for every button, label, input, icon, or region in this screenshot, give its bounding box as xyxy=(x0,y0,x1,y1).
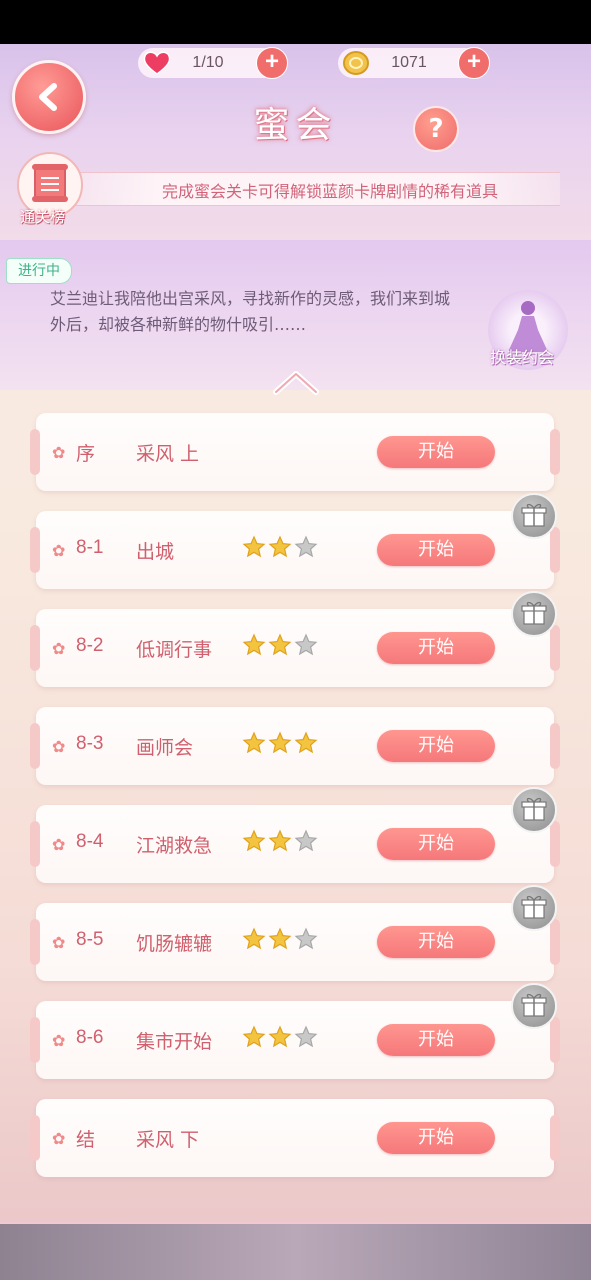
start-button[interactable]: 开始 xyxy=(377,828,495,860)
level-id: 8-2 xyxy=(76,635,104,656)
gift-box-icon xyxy=(521,993,547,1017)
star-filled-icon xyxy=(268,731,292,754)
start-button[interactable]: 开始 xyxy=(377,730,495,762)
star-empty-icon xyxy=(294,829,318,852)
level-id: 序 xyxy=(76,444,96,465)
star-filled-icon xyxy=(242,1025,266,1048)
level-card: ✿ 8-3 画师会 开始 xyxy=(30,707,560,785)
level-card: ✿ 8-4 江湖救急 开始 xyxy=(30,805,560,883)
level-card: ✿ 8-6 集市开始 开始 xyxy=(30,1001,560,1079)
status-badge: 进行中 xyxy=(6,258,72,284)
level-stars xyxy=(242,535,318,559)
star-filled-icon xyxy=(268,1025,292,1048)
gift-icon[interactable] xyxy=(511,983,557,1029)
level-stars xyxy=(242,1025,318,1049)
gift-box-icon xyxy=(521,895,547,919)
gift-icon[interactable] xyxy=(511,885,557,931)
start-button[interactable]: 开始 xyxy=(377,1024,495,1056)
level-name: 采风 下 xyxy=(136,1129,200,1151)
level-card: ✿ 8-5 饥肠辘辘 开始 xyxy=(30,903,560,981)
gift-box-icon xyxy=(521,503,547,527)
level-card: ✿ 8-2 低调行事 开始 xyxy=(30,609,560,687)
level-stars xyxy=(242,927,318,951)
level-name: 出城 xyxy=(136,541,175,563)
start-button[interactable]: 开始 xyxy=(377,926,495,958)
level-name: 采风 上 xyxy=(136,443,200,465)
star-filled-icon xyxy=(268,535,292,558)
level-id: 8-3 xyxy=(76,733,104,754)
star-empty-icon xyxy=(294,927,318,950)
star-filled-icon xyxy=(294,731,318,754)
level-stars xyxy=(242,829,318,853)
star-empty-icon xyxy=(294,633,318,656)
level-name: 集市开始 xyxy=(136,1031,213,1053)
flower-icon: ✿ xyxy=(52,639,66,658)
star-filled-icon xyxy=(268,927,292,950)
flower-icon: ✿ xyxy=(52,1129,66,1148)
level-name: 饥肠辘辘 xyxy=(136,933,213,955)
star-filled-icon xyxy=(268,829,292,852)
start-button[interactable]: 开始 xyxy=(377,632,495,664)
add-hearts-button[interactable]: + xyxy=(256,47,288,79)
help-button[interactable]: ? xyxy=(413,106,459,152)
flower-icon: ✿ xyxy=(52,933,66,952)
star-filled-icon xyxy=(242,829,266,852)
level-name: 江湖救急 xyxy=(136,835,213,857)
level-name: 画师会 xyxy=(136,737,194,759)
level-id: 8-4 xyxy=(76,831,104,852)
level-id: 8-1 xyxy=(76,537,104,558)
banner-text: 完成蜜会关卡可得解锁蓝颜卡牌剧情的稀有道具 xyxy=(161,182,498,201)
star-filled-icon xyxy=(242,927,266,950)
bottom-decoration xyxy=(0,1224,591,1280)
level-card: ✿ 结 采风 下 开始 xyxy=(30,1099,560,1177)
star-empty-icon xyxy=(294,535,318,558)
star-filled-icon xyxy=(242,633,266,656)
gift-icon[interactable] xyxy=(511,787,557,833)
gift-box-icon xyxy=(521,601,547,625)
page-title: 蜜会 xyxy=(253,105,338,146)
collapse-chevron-icon[interactable] xyxy=(270,366,322,396)
level-id: 结 xyxy=(76,1130,96,1151)
level-card: ✿ 序 采风 上 开始 xyxy=(30,413,560,491)
gift-box-icon xyxy=(521,797,547,821)
ranking-label: 通关榜 xyxy=(20,208,66,226)
level-card: ✿ 8-1 出城 开始 xyxy=(30,511,560,589)
dress-up-label: 换装约会 xyxy=(490,348,555,367)
coins-counter: 1071 + xyxy=(338,47,490,79)
flower-icon: ✿ xyxy=(52,1031,66,1050)
gift-icon[interactable] xyxy=(511,591,557,637)
star-empty-icon xyxy=(294,1025,318,1048)
star-filled-icon xyxy=(242,535,266,558)
level-stars xyxy=(242,633,318,657)
flower-icon: ✿ xyxy=(52,443,66,462)
status-bar xyxy=(0,0,591,44)
start-button[interactable]: 开始 xyxy=(377,436,495,468)
star-filled-icon xyxy=(268,633,292,656)
level-id: 8-6 xyxy=(76,1027,104,1048)
start-button[interactable]: 开始 xyxy=(377,534,495,566)
flower-icon: ✿ xyxy=(52,835,66,854)
star-filled-icon xyxy=(242,731,266,754)
story-description: 艾兰迪让我陪他出宫采风，寻找新作的灵感，我们来到城外后，却被各种新鲜的物什吸引…… xyxy=(50,289,451,334)
level-stars xyxy=(242,731,318,755)
add-coins-button[interactable]: + xyxy=(458,47,490,79)
level-id: 8-5 xyxy=(76,929,104,950)
gift-icon[interactable] xyxy=(511,493,557,539)
start-button[interactable]: 开始 xyxy=(377,1122,495,1154)
flower-icon: ✿ xyxy=(52,541,66,560)
flower-icon: ✿ xyxy=(52,737,66,756)
level-name: 低调行事 xyxy=(136,639,213,661)
hearts-counter: 1/10 + xyxy=(138,47,288,79)
